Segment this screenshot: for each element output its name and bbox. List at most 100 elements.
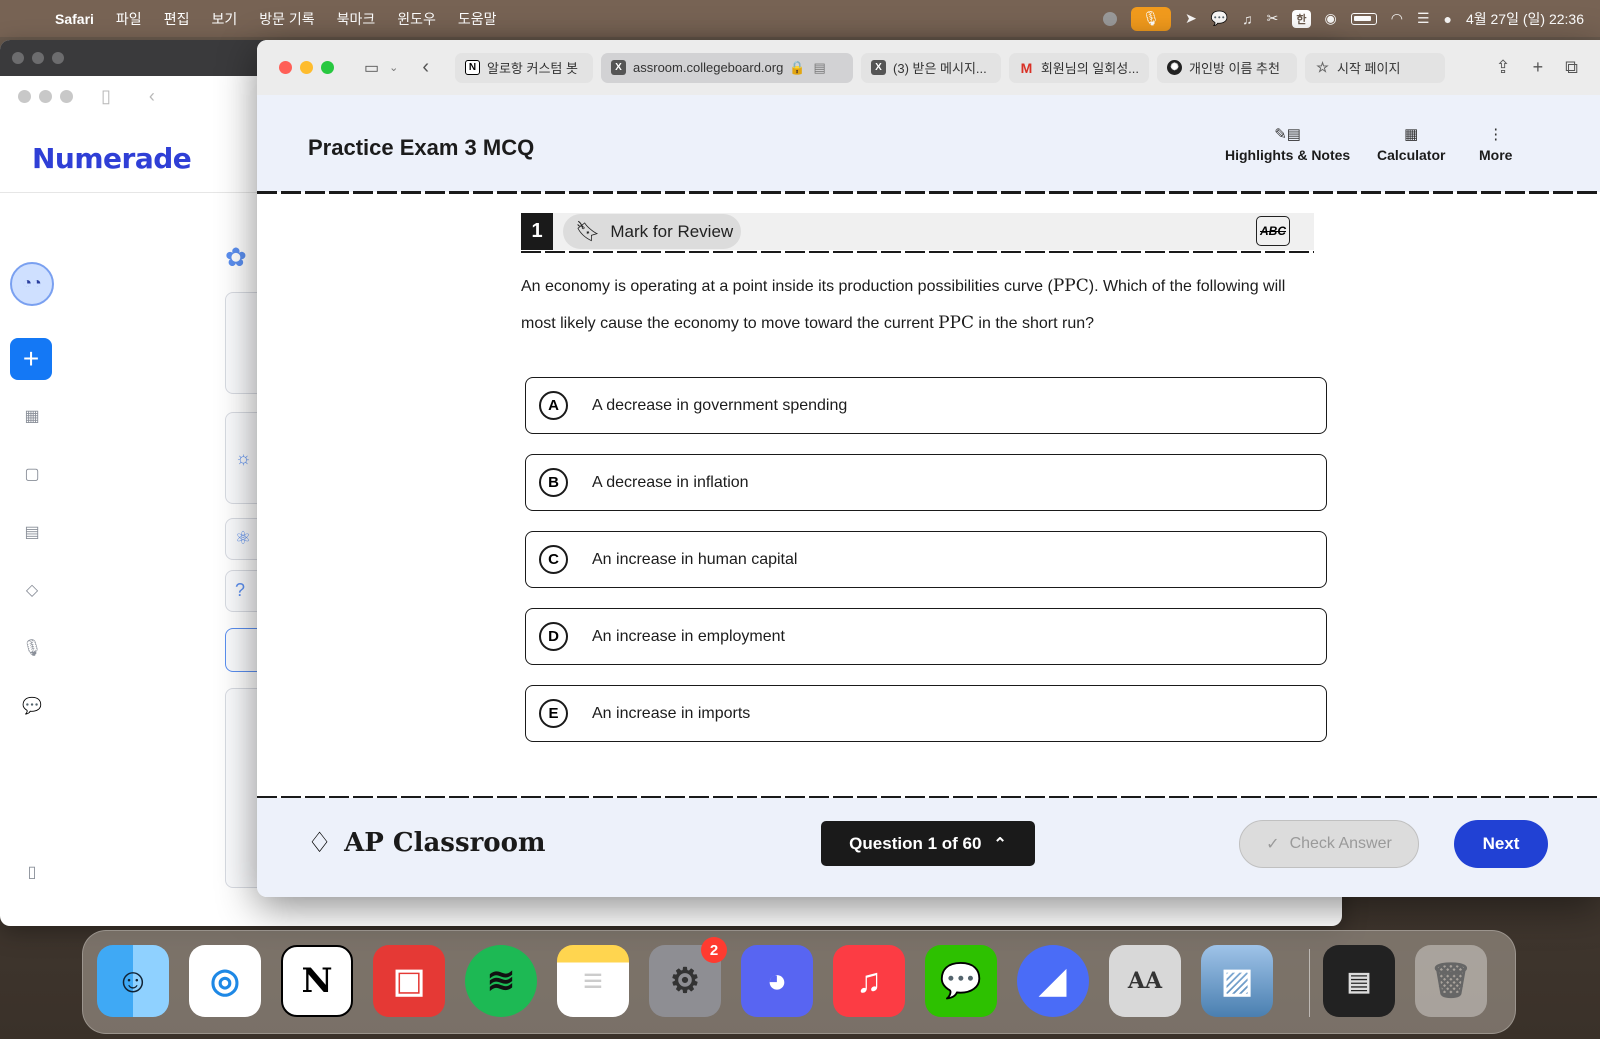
notion-favicon-icon: N [465,60,481,75]
answer-choice-e[interactable]: E An increase in imports [525,685,1327,742]
choice-letter: D [539,622,568,651]
wechat-status-icon[interactable]: 💬 [1211,10,1228,27]
spotify-icon[interactable]: ≋ [465,945,537,1017]
tab-overview-icon[interactable]: ⧉ [1565,57,1578,78]
font-book-icon[interactable]: AA [1109,945,1181,1017]
answer-choice-d[interactable]: D An increase in employment [525,608,1327,665]
tab-collegeboard[interactable]: X assroom.collegeboard.org 🔒 ▤ [601,52,854,83]
question-icon: ? [235,580,246,600]
airpods-icon[interactable]: ♫ [1242,11,1253,27]
chevron-up-icon: ⌃ [993,835,1007,853]
back-icon[interactable]: ‹ [422,56,429,79]
back-chevron-icon[interactable]: ‹ [149,86,155,107]
notion-icon[interactable]: N [281,945,353,1017]
answer-eliminator-button[interactable]: ABC [1256,216,1290,246]
paw-app-icon[interactable]: ◢ [1017,945,1089,1017]
finder-icon[interactable]: ☺ [97,945,169,1017]
answer-choice-b[interactable]: B A decrease in inflation [525,454,1327,511]
question-part: An economy is operating at a point insid… [521,278,1053,295]
check-answer-button[interactable]: ✓ Check Answer [1239,820,1419,868]
menu-app-safari[interactable]: Safari [44,11,105,27]
back-close-icon[interactable] [12,52,24,64]
tab-bar: N 알로항 커스텀 봇 X assroom.collegeboard.org 🔒… [455,52,1446,83]
more-button[interactable]: ⋮ More [1479,125,1512,163]
answer-choice-c[interactable]: C An increase in human capital [525,531,1327,588]
answer-choice-a[interactable]: A A decrease in government spending [525,377,1327,434]
share-icon[interactable]: ⇪ [1496,57,1511,78]
system-settings-icon[interactable]: ⚙ 2 [649,937,727,1017]
calculator-button[interactable]: ▦ Calculator [1377,125,1445,163]
input-method-indicator[interactable]: 한 [1292,9,1311,28]
menu-file[interactable]: 파일 [105,9,153,29]
microphone-icon[interactable]: 🎙 [1130,6,1171,31]
choice-letter: C [539,545,568,574]
avatar[interactable]: ◔◔ [10,262,54,306]
minimized-window-icon[interactable]: ▤ [1323,945,1395,1017]
wifi-icon[interactable]: ◠ [1391,10,1403,27]
expand-sidebar-icon[interactable]: ⇥ [20,922,44,926]
recording-indicator-icon [1102,11,1117,26]
back-zoom-icon[interactable] [52,52,64,64]
next-button[interactable]: Next [1454,820,1548,868]
menu-window[interactable]: 윈도우 [386,9,447,29]
safari-window: ▭ ⌄ ‹ N 알로항 커스텀 봇 X assroom.collegeboard… [257,40,1600,897]
cards-icon[interactable]: ◇ [20,580,44,600]
tab-chatgpt[interactable]: ✺ 개인방 이름 추천 [1157,52,1298,83]
book-icon[interactable]: ▤ [20,522,44,542]
cursor-app-icon[interactable]: ➤ [1185,10,1197,27]
sidebar-toggle-icon[interactable]: ▯ [101,86,111,107]
choice-letter: E [539,699,568,728]
photo-booth-icon[interactable]: ▣ [373,945,445,1017]
add-button[interactable]: + [10,338,52,380]
building-icon[interactable]: ▦ [20,406,44,426]
menu-history[interactable]: 방문 기록 [248,9,325,29]
mascot-icon: ✿ [225,242,247,272]
tab-messages[interactable]: X (3) 받은 메시지... [861,52,1002,83]
tab-gmail[interactable]: M 회원님의 일회성... [1009,52,1150,83]
highlights-notes-button[interactable]: ✎▤ Highlights & Notes [1225,125,1350,163]
page-title: Practice Exam 3 MCQ [308,135,535,160]
question-navigator-button[interactable]: Question 1 of 60 ⌃ [821,821,1035,866]
chevron-down-icon[interactable]: ⌄ [389,61,398,74]
discord-icon[interactable]: ◕ [741,945,813,1017]
question-math: PPC [938,313,974,333]
menu-view[interactable]: 보기 [200,9,248,29]
scissors-icon[interactable]: ✂ [1267,10,1279,27]
control-center-icon[interactable]: ☰ [1417,10,1430,27]
reader-icon[interactable]: ▤ [814,60,826,76]
trash-icon[interactable]: 🗑︎ [1415,945,1487,1017]
zoom-window-icon[interactable] [321,61,334,74]
mark-for-review-button[interactable]: 🔖︎ Mark for Review [563,214,741,249]
lightbulb-icon: ☼ [235,448,252,468]
minimize-window-icon[interactable] [300,61,313,74]
choice-text: A decrease in inflation [592,473,749,491]
tab-custom-bot[interactable]: N 알로항 커스텀 봇 [455,52,594,83]
more-vertical-icon: ⋮ [1488,126,1504,143]
menubar-clock[interactable]: 4월 27일 (일) 22:36 [1466,9,1584,29]
menu-edit[interactable]: 편집 [153,9,201,29]
menu-bookmarks[interactable]: 북마크 [326,9,387,29]
siri-icon[interactable]: ● [1444,11,1452,27]
chat-icon[interactable]: 💬 [20,696,44,716]
back-minimize-icon[interactable] [32,52,44,64]
wechat-icon[interactable]: 💬 [925,945,997,1017]
microphone-icon[interactable]: 🎙 [20,638,44,658]
toolbar-actions: ⇪ + ⧉ [1496,57,1600,78]
user-icon[interactable]: ◉ [1325,10,1337,27]
music-icon[interactable]: ♫ [833,945,905,1017]
question-chat-icon[interactable]: ▢ [20,464,44,484]
battery-icon[interactable] [1350,12,1377,25]
preview-icon[interactable]: ▨ [1201,945,1273,1017]
highlighter-notes-icon: ✎▤ [1274,126,1301,143]
menu-help[interactable]: 도움말 [447,9,508,29]
safari-icon[interactable]: ◎ [189,945,261,1017]
new-tab-icon[interactable]: + [1533,57,1544,78]
mobile-icon[interactable]: ▯ [20,862,44,882]
numerade-logo[interactable]: Numerade [32,142,192,175]
sidebar-toggle-icon[interactable]: ▭ [364,58,379,78]
choice-letter: B [539,468,568,497]
tab-start-page[interactable]: ☆ 시작 페이지 [1305,52,1446,83]
close-window-icon[interactable] [279,61,292,74]
notes-icon[interactable]: ≡ [557,945,629,1017]
gmail-favicon-icon: M [1020,59,1033,76]
